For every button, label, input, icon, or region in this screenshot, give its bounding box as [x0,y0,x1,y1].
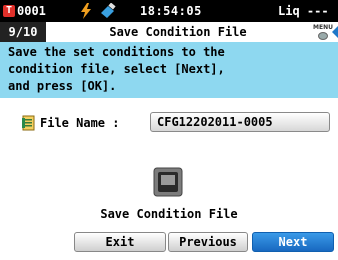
status-bar: T 0001 18:54:05 Liq --- [0,0,338,22]
file-name-label: File Name : [40,116,120,130]
page-indicator: 9/10 [0,22,46,42]
measurement-mode: Liq --- [278,4,329,18]
title-bar: 9/10 Save Condition File MENU [0,22,338,42]
floppy-disk-icon[interactable] [153,167,183,197]
file-icon [22,115,36,131]
previous-button[interactable]: Previous [168,232,248,252]
page-title: Save Condition File [109,25,247,39]
instruction-line: condition file, select [Next], [8,62,225,76]
device-id: 0001 [17,4,46,18]
screen: T 0001 18:54:05 Liq --- 9/10 Save Condit… [0,0,338,260]
t-badge-icon: T [3,5,15,17]
instruction-line: Save the set conditions to the [8,45,225,59]
next-button[interactable]: Next [252,232,334,252]
menu-icon [318,32,328,40]
exit-button[interactable]: Exit [74,232,166,252]
menu-arrow-icon [332,26,338,38]
menu-button[interactable]: MENU [310,24,338,40]
file-name-field[interactable]: CFG12202011-0005 [150,112,330,132]
instruction-panel: Save the set conditions to the condition… [0,42,338,98]
instruction-line: and press [OK]. [8,79,117,93]
save-caption: Save Condition File [100,207,238,221]
clock: 18:54:05 [140,4,202,18]
